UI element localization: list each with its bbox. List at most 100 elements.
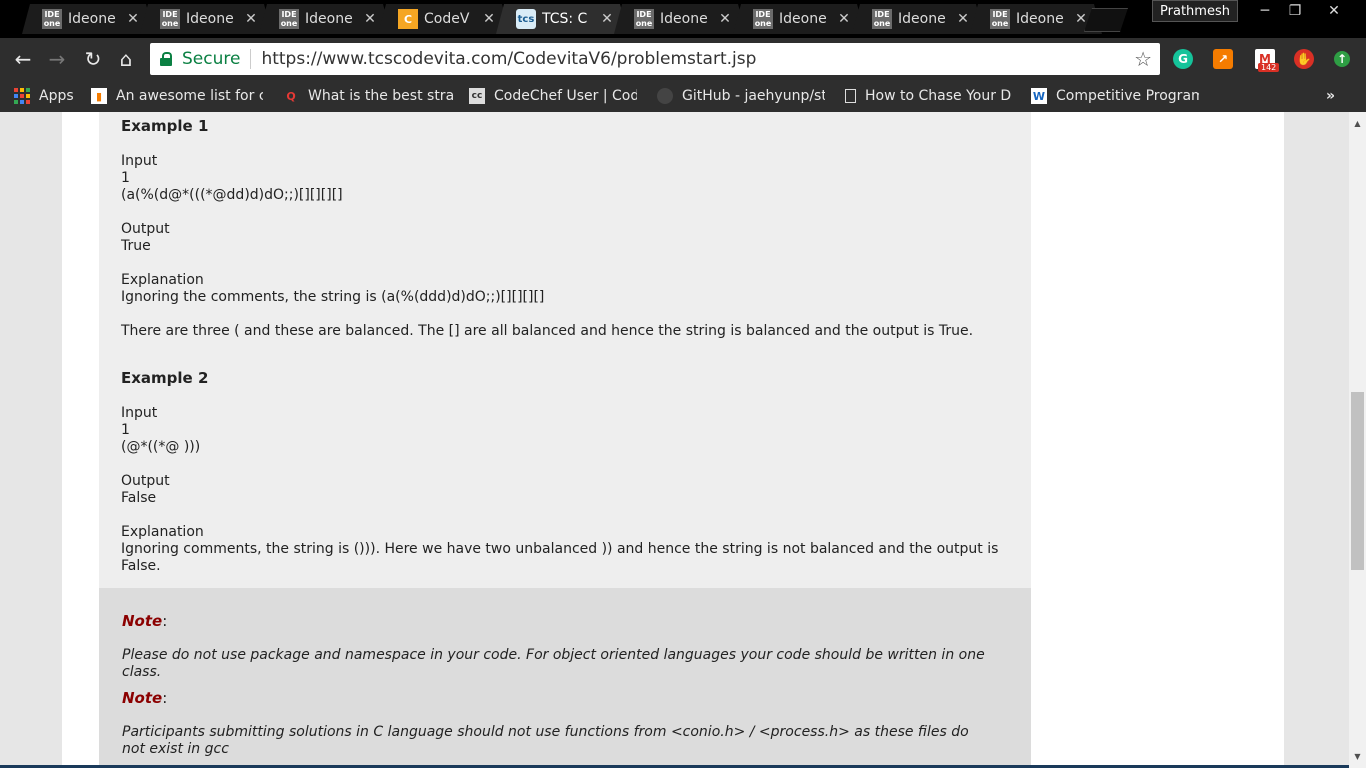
home-icon[interactable]: ⌂ <box>113 46 139 72</box>
window-close-icon[interactable]: ✕ <box>1318 0 1350 22</box>
vertical-scrollbar[interactable]: ▲ ▼ <box>1349 112 1366 768</box>
bookmark-label: How to Chase Your D <box>865 88 1012 104</box>
bookmark-label: What is the best strat <box>308 88 453 104</box>
tab-title: Ideone <box>186 11 234 27</box>
close-icon[interactable]: ✕ <box>954 11 972 27</box>
bookmark-label: CodeChef User | Code <box>494 88 637 104</box>
note-text-1: Please do not use package and namespace … <box>122 647 985 680</box>
ideone-favicon-icon: IDE one <box>990 9 1010 29</box>
tab-ideone-7[interactable]: IDE one Ideone ✕ <box>970 4 1102 34</box>
close-icon[interactable]: ✕ <box>480 11 498 27</box>
bookmarks-bar: Apps ▮ An awesome list for c Q What is t… <box>0 80 1366 112</box>
example-2-input-line: 1 <box>121 422 130 438</box>
close-icon[interactable]: ✕ <box>242 11 260 27</box>
example-2-explanation: Ignoring comments, the string is ())). H… <box>121 541 999 574</box>
example-2-output-value: False <box>121 490 157 506</box>
ideone-favicon-icon: IDE one <box>279 9 299 29</box>
lock-icon <box>160 52 172 66</box>
example-2-output-label: Output <box>121 473 170 489</box>
scroll-up-icon[interactable]: ▲ <box>1349 115 1366 132</box>
codevita-favicon-icon: C <box>398 9 418 29</box>
github-icon <box>657 88 673 104</box>
example-1-output-label: Output <box>121 221 170 237</box>
example-2-input-label: Input <box>121 405 158 421</box>
tab-title: Ideone <box>68 11 116 27</box>
close-icon[interactable]: ✕ <box>598 11 616 27</box>
bookmark-label: Competitive Program <box>1056 88 1199 104</box>
bookmark-awesome-list[interactable]: ▮ An awesome list for c <box>91 86 263 106</box>
tab-title: Ideone <box>898 11 946 27</box>
page-icon <box>845 89 856 103</box>
tab-title: Ideone <box>660 11 708 27</box>
close-icon[interactable]: ✕ <box>361 11 379 27</box>
example-1-summary: There are three ( and these are balanced… <box>121 323 974 339</box>
ideone-favicon-icon: IDE one <box>634 9 654 29</box>
adblock-extension-icon[interactable]: ✋ <box>1294 49 1314 69</box>
example-1-explanation-label: Explanation <box>121 272 204 288</box>
tab-ideone-6[interactable]: IDE one Ideone ✕ <box>852 4 984 34</box>
bookmark-label: Apps <box>39 88 74 104</box>
example-2-input-line: (@*((*@ ))) <box>121 439 201 455</box>
quora-icon: Q <box>286 89 296 103</box>
ideone-favicon-icon: IDE one <box>753 9 773 29</box>
tab-title: Ideone <box>1016 11 1064 27</box>
example-2-explanation-label: Explanation <box>121 524 204 540</box>
tab-ideone-3[interactable]: IDE one Ideone ✕ <box>259 4 391 34</box>
bookmark-quora[interactable]: Q What is the best strat <box>283 86 453 106</box>
forward-arrow-icon[interactable]: → <box>44 46 70 72</box>
bookmark-chase-your-dream[interactable]: How to Chase Your D <box>845 86 1013 106</box>
example-1-output-value: True <box>121 238 151 254</box>
tab-tcs-active[interactable]: tcs TCS: C ✕ <box>496 4 628 34</box>
close-icon[interactable]: ✕ <box>124 11 142 27</box>
bookmark-label: GitHub - jaehyunp/st <box>682 88 825 104</box>
close-icon[interactable]: ✕ <box>716 11 734 27</box>
note-label-2: Note: <box>122 689 168 707</box>
tab-codevita[interactable]: C CodeV ✕ <box>378 4 510 34</box>
tab-strip: IDE one Ideone ✕ IDE one Ideone ✕ IDE one I… <box>0 0 1366 38</box>
bookmark-github[interactable]: GitHub - jaehyunp/st <box>657 86 825 106</box>
bookmark-apps[interactable]: Apps <box>14 86 84 106</box>
example-1-input-line: 1 <box>121 170 130 186</box>
gmail-unread-badge: 142 <box>1258 63 1280 72</box>
problem-examples-panel <box>99 112 1031 588</box>
ideone-favicon-icon: IDE one <box>872 9 892 29</box>
ideone-favicon-icon: IDE one <box>160 9 180 29</box>
ideone-favicon-icon: IDE one <box>42 9 62 29</box>
tab-ideone-1[interactable]: IDE one Ideone ✕ <box>22 4 154 34</box>
close-icon[interactable]: ✕ <box>835 11 853 27</box>
bookmark-codechef[interactable]: cc CodeChef User | Code <box>469 86 637 106</box>
scroll-down-icon[interactable]: ▼ <box>1349 748 1366 765</box>
tab-title: CodeV <box>424 11 470 27</box>
back-arrow-icon[interactable]: ← <box>10 46 36 72</box>
tab-ideone-2[interactable]: IDE one Ideone ✕ <box>140 4 272 34</box>
bookmarks-overflow-button[interactable]: » <box>1326 86 1342 106</box>
reload-icon[interactable]: ↻ <box>80 46 106 72</box>
analytics-extension-icon[interactable]: ↗ <box>1213 49 1233 69</box>
tab-title: Ideone <box>305 11 353 27</box>
note-text-2: Participants submitting solutions in C l… <box>122 724 969 757</box>
bookmark-label: An awesome list for c <box>116 88 263 104</box>
example-1-input-label: Input <box>121 153 158 169</box>
profile-button[interactable]: Prathmesh <box>1152 0 1238 22</box>
w-icon: W <box>1031 88 1047 104</box>
page-viewport: Example 1 Input 1 (a(%(d@*(((*@dd)d)dO;;… <box>0 112 1349 768</box>
minimize-icon[interactable]: ─ <box>1250 0 1280 22</box>
upload-extension-icon[interactable]: ↑ <box>1334 51 1350 67</box>
example-1-heading: Example 1 <box>121 117 209 135</box>
bookmark-star-icon[interactable]: ☆ <box>1134 47 1152 71</box>
new-tab-button[interactable] <box>1084 8 1128 32</box>
address-bar[interactable]: Secure https://www.tcscodevita.com/Codev… <box>150 43 1160 75</box>
tab-ideone-5[interactable]: IDE one Ideone ✕ <box>733 4 865 34</box>
browser-toolbar: ← → ↻ ⌂ Secure https://www.tcscodevita.c… <box>0 38 1366 80</box>
grammarly-extension-icon[interactable]: G <box>1173 49 1193 69</box>
example-1-input-line: (a(%(d@*(((*@dd)d)dO;;)[][][][] <box>121 187 343 203</box>
omnibox-divider <box>250 49 252 69</box>
scrollbar-thumb[interactable] <box>1351 392 1364 570</box>
tab-ideone-4[interactable]: IDE one Ideone ✕ <box>614 4 746 34</box>
tab-title: TCS: C <box>542 11 588 27</box>
url-text[interactable]: https://www.tcscodevita.com/CodevitaV6/p… <box>261 49 756 69</box>
restore-icon[interactable]: ❐ <box>1280 0 1310 22</box>
example-1-explanation: Ignoring the comments, the string is (a(… <box>121 289 545 305</box>
tab-title: Ideone <box>779 11 827 27</box>
bookmark-competitive-programming[interactable]: W Competitive Program <box>1031 86 1199 106</box>
